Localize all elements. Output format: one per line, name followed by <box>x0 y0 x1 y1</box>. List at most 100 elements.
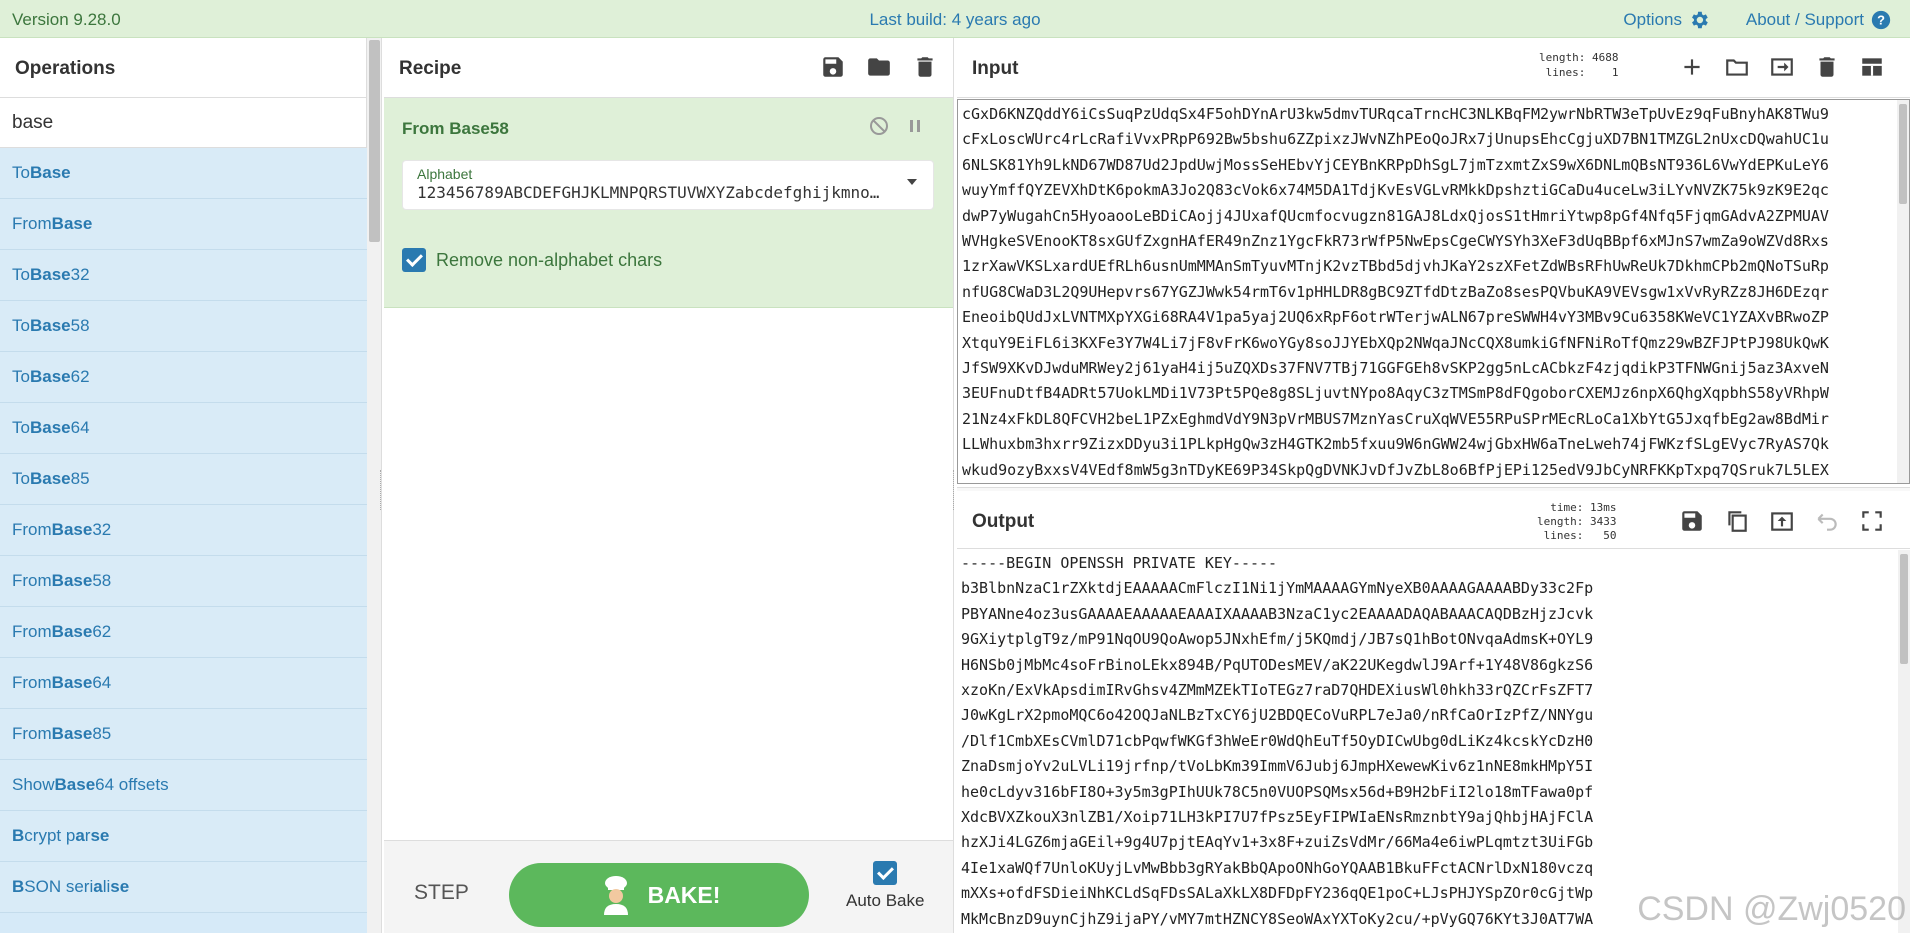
operation-item[interactable]: Bcrypt p a r se <box>0 811 367 862</box>
bake-label: BAKE! <box>647 881 721 908</box>
alphabet-label: Alphabet <box>417 166 473 182</box>
operation-item[interactable]: From Base <box>0 199 367 250</box>
text-line: XtquY9EiFL6i3KXFe3Y7W4Li7jF8vFrK6woYGy8s… <box>962 333 1829 352</box>
io-divider[interactable] <box>957 487 1910 491</box>
operation-item-text: 64 offsets <box>95 775 169 794</box>
alphabet-select[interactable]: Alphabet 123456789ABCDEFGHJKLMNPQRSTUVWX… <box>402 160 934 210</box>
watermark: CSDN @Zwj0520 <box>1637 890 1906 928</box>
search-input[interactable] <box>12 111 354 134</box>
operation-item[interactable]: From Base 32 <box>0 505 367 556</box>
operation-item-text: crypt p <box>24 826 76 845</box>
operation-item-text: SON seri <box>24 877 94 896</box>
output-title: Output <box>972 511 1035 532</box>
operation-item-text: From <box>12 520 52 539</box>
text-line: cFxLoscWUrc4rLcRafiVvxPRpP692Bw5bshu6ZZp… <box>962 130 1829 149</box>
operation-item-text: Base <box>29 163 71 182</box>
output-stats: time: 13ms length: 3433 lines: 50 <box>1537 501 1617 542</box>
copy-icon[interactable] <box>1724 508 1750 534</box>
text-line: wuyYmffQYZEVXhDtK6pokmA3Jo2Q83cVok6x74M5… <box>962 181 1829 200</box>
remove-non-alphabet-label: Remove non-alphabet chars <box>436 249 663 270</box>
operation-item-text: Base <box>29 418 71 437</box>
file-input-icon[interactable] <box>1769 54 1795 80</box>
text-line: PBYANne4oz3usGAAAAEAAAAAEAAAIXAAAAB3NzaC… <box>961 604 1594 623</box>
operation-item[interactable]: To Base <box>0 148 367 199</box>
output-header: Output time: 13ms length: 3433 lines: 50 <box>957 493 1910 549</box>
operation-item[interactable]: To Base 62 <box>0 352 367 403</box>
io-panel: Input length: 4688 lines: 1 cGxD6KNZQddY… <box>957 38 1910 933</box>
operation-item-text: From <box>12 214 52 233</box>
operation-item[interactable]: To Base 64 <box>0 403 367 454</box>
column-splitter[interactable] <box>380 470 383 510</box>
operation-item[interactable]: To Base 58 <box>0 301 367 352</box>
disable-icon[interactable] <box>869 116 889 136</box>
input-scrollbar[interactable] <box>1897 100 1909 483</box>
operation-item[interactable]: From Base 62 <box>0 607 367 658</box>
operation-item-text: 85 <box>70 469 90 488</box>
text-line: 6NLSK81Yh9LkND67WD87Ud2JpdUwjMossSeHEbvY… <box>962 155 1829 174</box>
column-splitter[interactable] <box>953 470 956 510</box>
step-button[interactable]: STEP <box>414 881 469 905</box>
text-line: -----BEGIN OPENSSH PRIVATE KEY----- <box>961 554 1278 572</box>
input-content: cGxD6KNZQddY6iCsSuqPzUdqSx4F5ohDYnArU3kw… <box>962 102 1892 483</box>
operation-item-text: 58 <box>70 316 90 335</box>
fullscreen-icon[interactable] <box>1859 508 1885 534</box>
gear-icon <box>1692 11 1708 29</box>
operation-item[interactable]: To Base 32 <box>0 250 367 301</box>
bake-button[interactable]: BAKE! <box>509 863 809 927</box>
text-line: 4Ie1xaWQf7UnloKUyjLvMwBbb3gRYakBbQApoONh… <box>961 858 1594 877</box>
undo-icon[interactable] <box>1814 508 1840 534</box>
alphabet-value: 123456789ABCDEFGHJKLMNPQRSTUVWXYZabcdefg… <box>417 183 887 202</box>
checkbox-checked-icon <box>402 248 426 272</box>
operation-item[interactable]: From Base 58 <box>0 556 367 607</box>
layout-icon[interactable] <box>1859 54 1885 80</box>
text-line: LLWhuxbm3hxrr9ZizxDDyu3i1PLkpHgQw3zH4GTK… <box>962 435 1829 454</box>
recipe-operation-card[interactable]: From Base58 Alphabet 123456789ABCDEFGHJK… <box>384 98 953 308</box>
replace-input-icon[interactable] <box>1769 508 1795 534</box>
operation-item-text: From <box>12 622 52 641</box>
text-line: nfUG8CWaD3L2Q9UHepvrs67YGZJWwk54rmT6v1pH… <box>962 282 1829 301</box>
chef-icon <box>603 876 628 915</box>
recipe-title: Recipe <box>399 58 462 79</box>
operation-item-text: To <box>12 265 30 284</box>
folder-icon[interactable] <box>866 54 892 80</box>
operation-item[interactable]: From Base 85 <box>0 709 367 760</box>
trash-icon[interactable] <box>1814 54 1840 80</box>
input-textarea[interactable]: cGxD6KNZQddY6iCsSuqPzUdqSx4F5ohDYnArU3kw… <box>957 99 1910 484</box>
pause-icon[interactable] <box>905 116 925 136</box>
operation-item-text: Base <box>51 622 93 641</box>
add-icon[interactable] <box>1679 54 1705 80</box>
text-line: hzXJi4LGZ6mjaGEil+9g4U7pjtEAqYv1+3x8F+zu… <box>961 833 1594 852</box>
remove-non-alphabet-checkbox[interactable]: Remove non-alphabet chars <box>402 248 662 272</box>
trash-icon[interactable] <box>912 54 938 80</box>
operation-item[interactable]: To Base 85 <box>0 454 367 505</box>
operation-item[interactable]: From Base 64 <box>0 658 367 709</box>
folder-icon[interactable] <box>1724 54 1750 80</box>
about-support-button[interactable]: About / Support ? <box>1746 9 1892 31</box>
text-line: XdcBVXZkouX3nlZB1/Xoip71LH3kPI7U7fPsz5Ey… <box>961 808 1594 827</box>
auto-bake-checkbox[interactable]: Auto Bake <box>846 861 924 911</box>
text-line: ZnaDsmjoYv2uLVLi19jrfnp/tVoLbKm39ImmV6Ju… <box>961 757 1594 776</box>
operation-item[interactable]: Show Base 64 offsets <box>0 760 367 811</box>
options-button[interactable]: Options <box>1623 9 1710 31</box>
operation-item[interactable]: B SON seri a li se <box>0 862 367 913</box>
recipe-panel: Recipe From Base58 Alphabet 123456789ABC… <box>384 38 954 933</box>
output-content: -----BEGIN OPENSSH PRIVATE KEY----- b3Blb… <box>961 551 1593 932</box>
text-line: 9GXiytplgT9z/mP91NqOU9QoAwop5JNxhEfm/j5K… <box>961 630 1594 649</box>
output-textarea[interactable]: -----BEGIN OPENSSH PRIVATE KEY----- b3Blb… <box>957 550 1910 933</box>
output-scrollbar[interactable] <box>1898 550 1910 933</box>
operation-item-text: To <box>12 418 30 437</box>
operation-item-text: Show <box>12 775 55 794</box>
operation-item-text: se <box>90 826 110 845</box>
text-line: EneoibQUdJxLVNTMXpYXGi68RA4V1pa5yaj2UQ6x… <box>962 308 1829 327</box>
operation-item-text: Base <box>51 571 93 590</box>
text-line: xzoKn/ExVkApsdimIRvGhsv4ZMmMZEkTIoTEGz7r… <box>961 681 1594 700</box>
save-icon[interactable] <box>820 54 846 80</box>
operation-item-text: Base <box>29 265 71 284</box>
text-line: /Dlf1CmbXEsCVmlD71cbPqwfWKGf3hWeEr0WdQhE… <box>961 731 1594 750</box>
operation-item-text: To <box>12 316 30 335</box>
save-icon[interactable] <box>1679 508 1705 534</box>
operation-item-text: B <box>12 826 25 845</box>
checkbox-checked-icon <box>873 861 898 885</box>
operation-item-text: 32 <box>92 520 112 539</box>
operation-item-text: a <box>75 826 85 845</box>
